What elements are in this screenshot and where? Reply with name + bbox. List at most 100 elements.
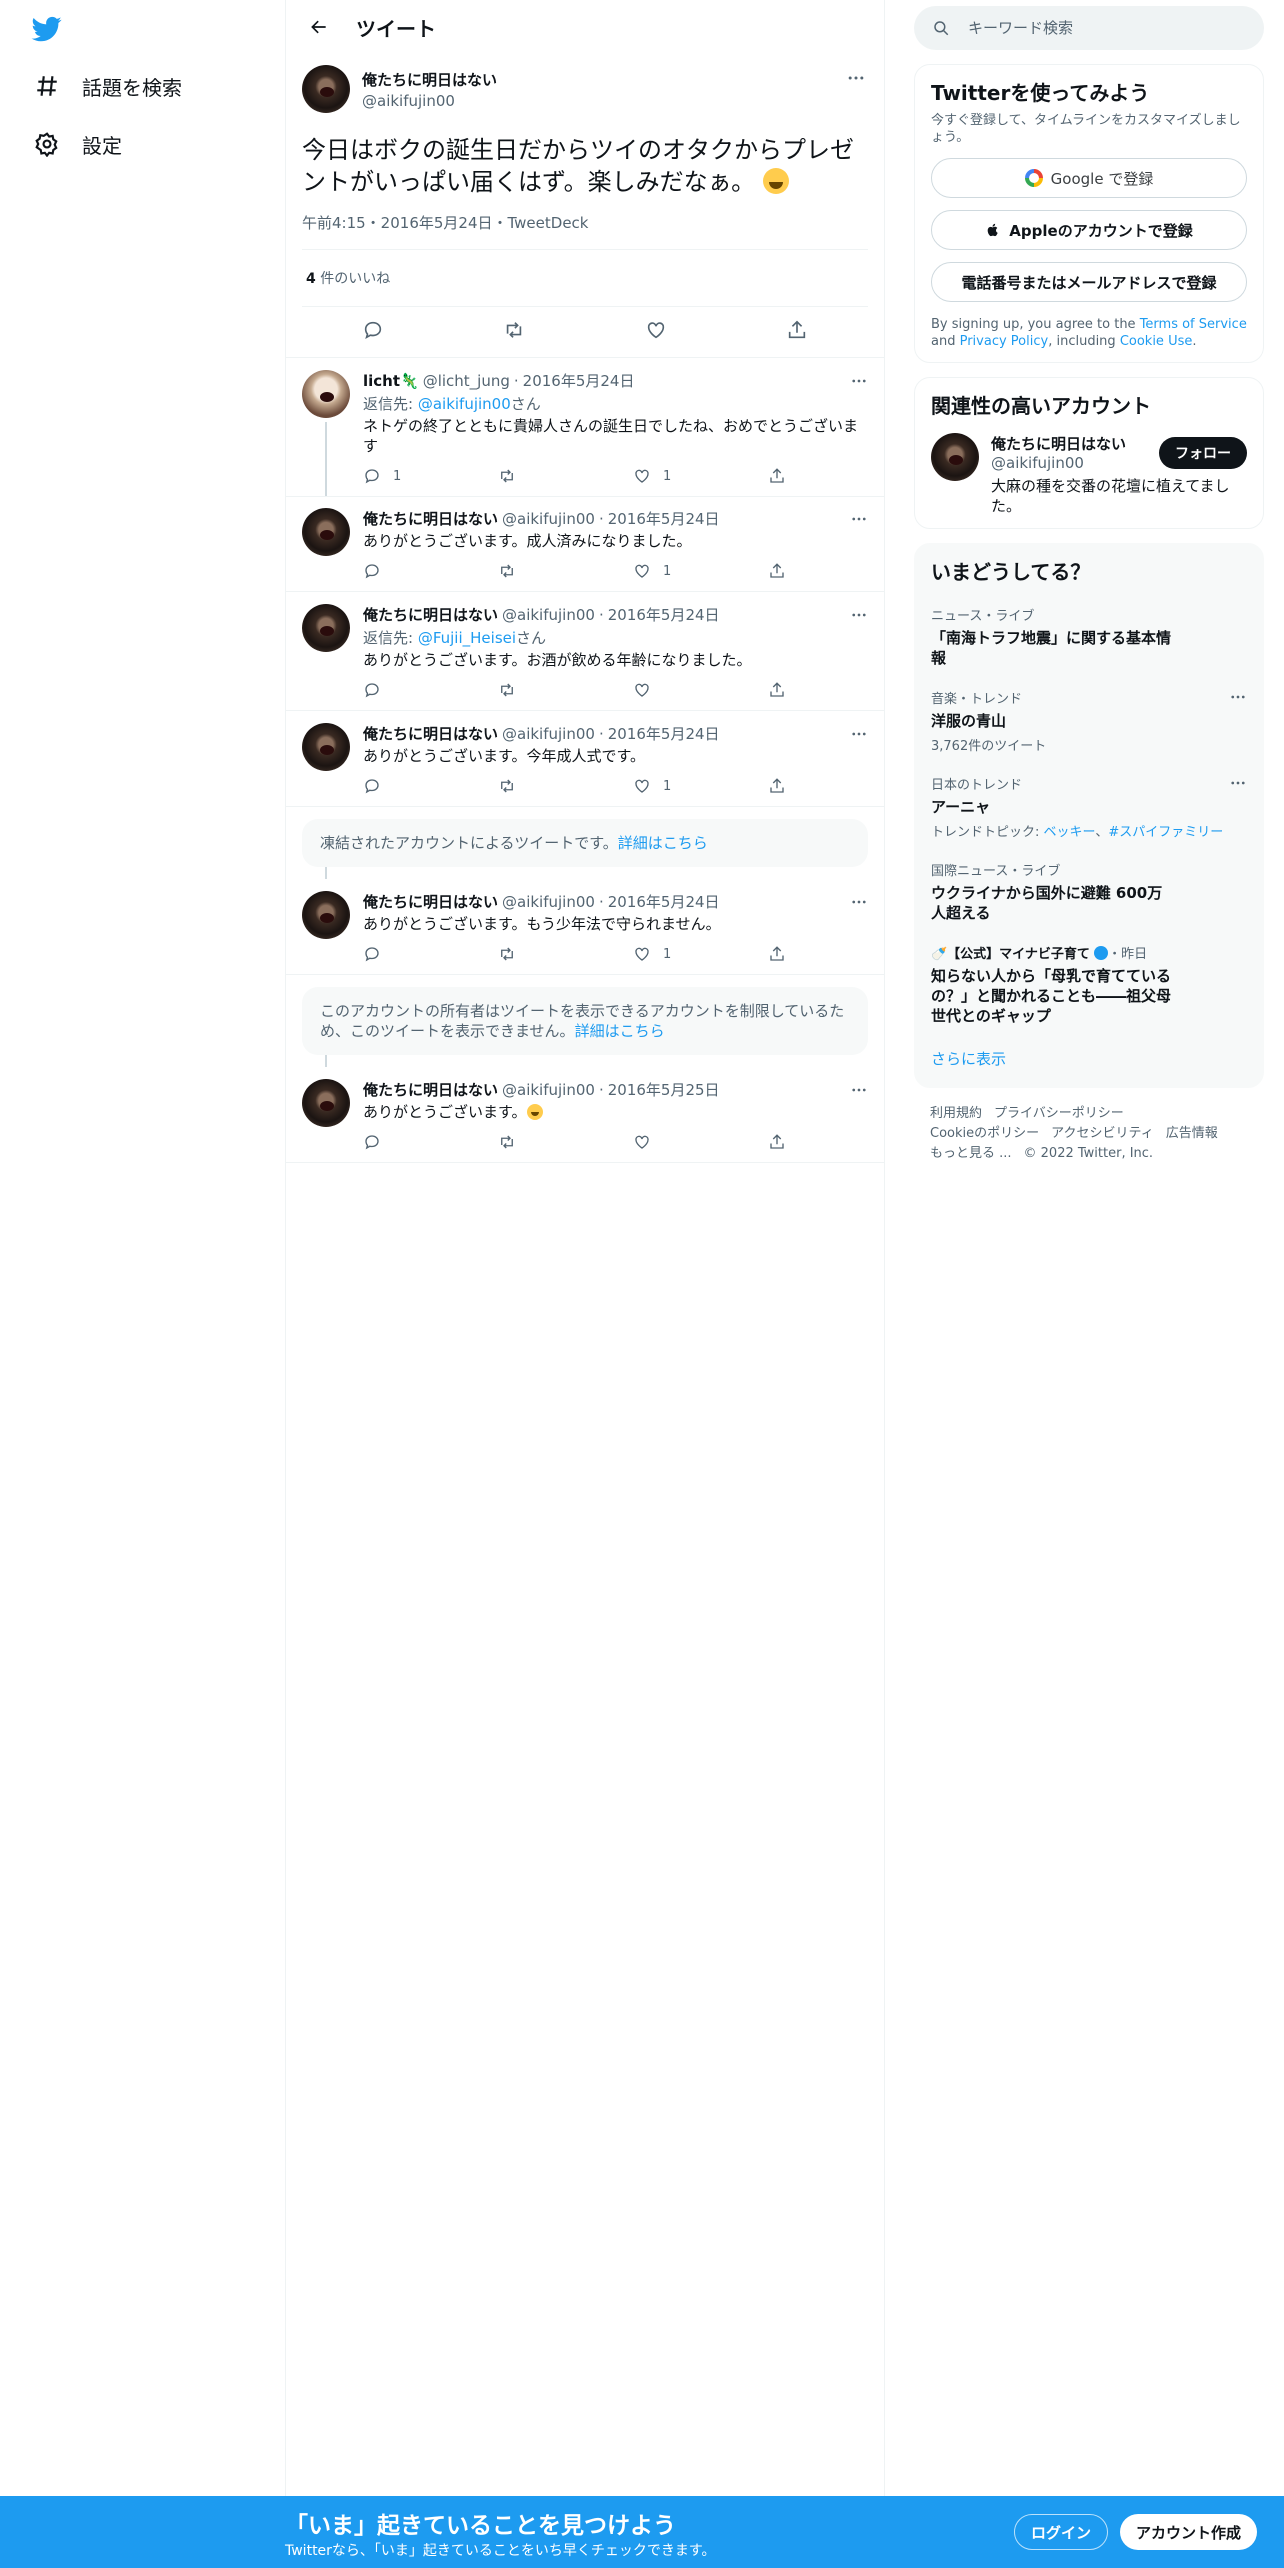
reply-date[interactable]: 2016年5月24日 <box>608 604 720 625</box>
share-button[interactable] <box>768 562 798 580</box>
search-input[interactable] <box>968 19 1228 37</box>
footer-link[interactable]: アクセシビリティ <box>1051 1124 1154 1144</box>
avatar[interactable] <box>302 370 350 418</box>
avatar[interactable] <box>302 1079 350 1127</box>
reply-tweet[interactable]: 俺たちに明日はない @aikifujin00 · 2016年5月24日 ありがとうござ… <box>286 496 884 592</box>
avatar[interactable] <box>302 508 350 556</box>
share-button[interactable] <box>768 681 798 699</box>
privacy-link[interactable]: Privacy Policy <box>960 334 1049 349</box>
reply-button[interactable] <box>363 945 498 963</box>
more-options-button[interactable] <box>850 725 868 747</box>
share-button[interactable] <box>768 1133 798 1151</box>
footer-link[interactable]: プライバシーポリシー <box>994 1104 1124 1124</box>
trend-more-button[interactable] <box>1229 688 1247 710</box>
follow-button[interactable]: フォロー <box>1159 437 1247 469</box>
reply-button[interactable] <box>362 319 384 345</box>
retweet-button[interactable] <box>498 1133 633 1151</box>
reply-to-link[interactable]: @Fujii_Heisei <box>418 629 516 647</box>
trend-item[interactable]: ニュース・ライブ 「南海トラフ地震」に関する基本情報 <box>931 605 1247 668</box>
trend-topic-link[interactable]: ベッキー <box>1044 825 1096 840</box>
reply-button[interactable] <box>363 777 498 795</box>
nav-settings[interactable]: 設定 <box>34 124 122 164</box>
reply-date[interactable]: 2016年5月24日 <box>608 723 720 744</box>
more-options-button[interactable] <box>850 510 868 532</box>
more-options-button[interactable] <box>850 606 868 628</box>
reply-author-handle[interactable]: @aikifujin00 <box>502 1081 595 1099</box>
avatar[interactable] <box>302 891 350 939</box>
retweet-button[interactable] <box>503 319 525 345</box>
reply-author-handle[interactable]: @aikifujin00 <box>502 725 595 743</box>
cookie-link[interactable]: Cookie Use <box>1120 334 1193 349</box>
author-name[interactable]: 俺たちに明日はない <box>362 69 497 90</box>
reply-button[interactable] <box>363 681 498 699</box>
more-options-button[interactable] <box>850 1081 868 1103</box>
share-button[interactable] <box>768 777 798 795</box>
learn-more-link[interactable]: 詳細はこちら <box>618 834 708 852</box>
reply-author-name[interactable]: 俺たちに明日はない <box>363 1079 498 1100</box>
trend-item[interactable]: 国際ニュース・ライブ ウクライナから国外に避難 600万人超える <box>931 860 1247 923</box>
footer-link[interactable]: Cookieのポリシー <box>930 1124 1039 1144</box>
signup-button[interactable]: アカウント作成 <box>1120 2514 1258 2550</box>
reply-button[interactable]: 1 <box>363 467 498 485</box>
likes-count[interactable]: 4 件のいいね <box>302 250 868 307</box>
footer-link[interactable]: もっと見る ... <box>930 1144 1012 1164</box>
reply-date[interactable]: 2016年5月25日 <box>608 1079 720 1100</box>
retweet-button[interactable] <box>498 777 633 795</box>
phone-email-signup-button[interactable]: 電話番号またはメールアドレスで登録 <box>931 262 1247 302</box>
like-button[interactable]: 1 <box>633 562 768 580</box>
tweet-meta[interactable]: 午前4:15・2016年5月24日・TweetDeck <box>302 212 868 250</box>
share-button[interactable] <box>768 467 798 485</box>
more-options-button[interactable] <box>850 372 868 394</box>
search-box[interactable] <box>914 6 1264 50</box>
trend-topic-link[interactable]: #スパイファミリー <box>1108 825 1223 840</box>
show-more-link[interactable]: さらに表示 <box>931 1048 1247 1069</box>
footer-link[interactable]: 広告情報 <box>1166 1124 1218 1144</box>
reply-author-name[interactable]: licht🦎 <box>363 372 419 390</box>
retweet-button[interactable] <box>498 467 633 485</box>
avatar[interactable] <box>302 604 350 652</box>
reply-tweet[interactable]: 俺たちに明日はない @aikifujin00 · 2016年5月25日 ありがとうござ… <box>286 1067 884 1163</box>
reply-tweet[interactable]: licht🦎 @licht_jung · 2016年5月24日 返信先: @aikif… <box>286 358 884 497</box>
reply-tweet[interactable]: 俺たちに明日はない @aikifujin00 · 2016年5月24日 ありがとうござ… <box>286 711 884 807</box>
footer-link[interactable]: 利用規約 <box>930 1104 982 1124</box>
like-button[interactable] <box>633 1133 768 1151</box>
like-button[interactable] <box>633 681 768 699</box>
trend-item[interactable]: 🍼【公式】マイナビ子育て ・昨日 知らない人から「母乳で育てているの？」と聞かれ… <box>931 943 1247 1026</box>
reply-date[interactable]: 2016年5月24日 <box>608 891 720 912</box>
nav-explore[interactable]: 話題を検索 <box>34 66 182 106</box>
share-button[interactable] <box>786 319 808 345</box>
reply-author-handle[interactable]: @aikifujin00 <box>502 510 595 528</box>
retweet-button[interactable] <box>498 681 633 699</box>
reply-button[interactable] <box>363 1133 498 1151</box>
avatar[interactable] <box>302 723 350 771</box>
reply-date[interactable]: 2016年5月24日 <box>523 370 635 391</box>
share-button[interactable] <box>768 945 798 963</box>
like-button[interactable] <box>645 319 667 345</box>
retweet-button[interactable] <box>498 562 633 580</box>
terms-link[interactable]: Terms of Service <box>1140 317 1247 332</box>
reply-author-handle[interactable]: @aikifujin00 <box>502 606 595 624</box>
like-button[interactable]: 1 <box>633 777 768 795</box>
learn-more-link[interactable]: 詳細はこちら <box>575 1022 665 1040</box>
reply-author-name[interactable]: 俺たちに明日はない <box>363 604 498 625</box>
twitter-logo-icon[interactable] <box>30 14 68 46</box>
like-button[interactable]: 1 <box>633 945 768 963</box>
avatar[interactable] <box>302 65 350 113</box>
login-button[interactable]: ログイン <box>1014 2514 1109 2550</box>
trend-more-button[interactable] <box>1229 774 1247 796</box>
google-signup-button[interactable]: Google で登録 <box>931 158 1247 198</box>
reply-date[interactable]: 2016年5月24日 <box>608 508 720 529</box>
apple-signup-button[interactable]: Appleのアカウントで登録 <box>931 210 1247 250</box>
reply-author-handle[interactable]: @licht_jung <box>423 372 510 390</box>
trend-item[interactable]: 日本のトレンド アーニャ トレンドトピック: ベッキー、#スパイファミリー <box>931 774 1247 840</box>
reply-tweet[interactable]: 俺たちに明日はない @aikifujin00 · 2016年5月24日 ありがとうござ… <box>286 879 884 975</box>
reply-author-name[interactable]: 俺たちに明日はない <box>363 723 498 744</box>
reply-author-handle[interactable]: @aikifujin00 <box>502 893 595 911</box>
reply-tweet[interactable]: 俺たちに明日はない @aikifujin00 · 2016年5月24日 返信先: @F… <box>286 592 884 711</box>
more-options-button[interactable] <box>844 68 868 88</box>
more-options-button[interactable] <box>850 893 868 915</box>
reply-author-name[interactable]: 俺たちに明日はない <box>363 508 498 529</box>
reply-author-name[interactable]: 俺たちに明日はない <box>363 891 498 912</box>
reply-button[interactable] <box>363 562 498 580</box>
retweet-button[interactable] <box>498 945 633 963</box>
